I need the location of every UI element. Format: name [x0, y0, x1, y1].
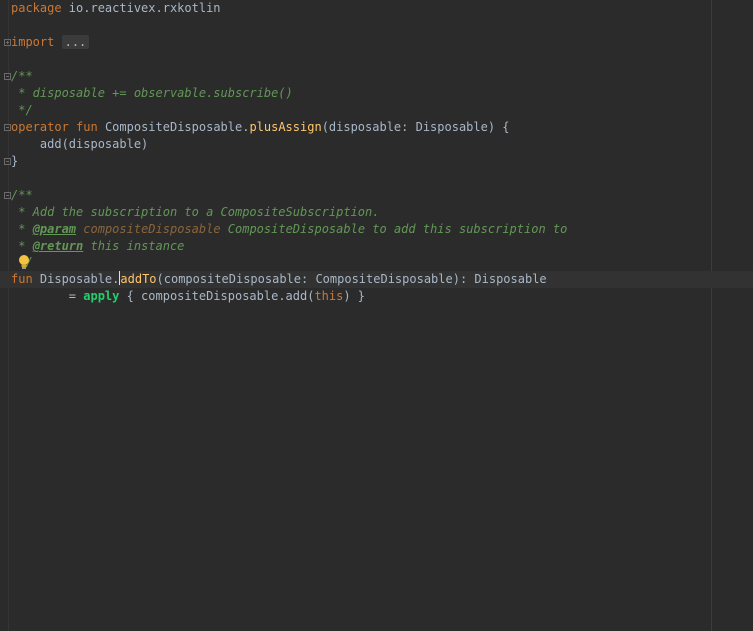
code-line-apply[interactable]: = apply { compositeDisposable.add(this) …: [11, 288, 365, 305]
fold-icon[interactable]: [4, 158, 11, 165]
fold-icon[interactable]: [4, 39, 11, 46]
code-line-comment[interactable]: * disposable += observable.subscribe(): [11, 85, 293, 102]
code-line-comment[interactable]: * Add the subscription to a CompositeSub…: [11, 204, 379, 221]
comment-text: this instance: [83, 239, 185, 253]
code-line-import[interactable]: import ...: [11, 34, 90, 51]
code-line-comment[interactable]: * @param compositeDisposable CompositeDi…: [11, 221, 567, 238]
comment-text: *: [11, 222, 33, 236]
keyword: fun: [11, 272, 33, 286]
brace: }: [11, 154, 19, 168]
gutter-divider: [8, 0, 9, 631]
comment-text: /**: [11, 188, 33, 202]
doc-param-name: compositeDisposable: [83, 222, 221, 236]
keyword: operator: [11, 120, 69, 134]
comment-text: * Add the subscription to a CompositeSub…: [11, 205, 380, 219]
code-line-body[interactable]: add(disposable): [11, 136, 148, 153]
comment-text: * disposable += observable.subscribe(): [11, 86, 293, 100]
code-line-comment[interactable]: */: [11, 102, 33, 119]
keyword: import: [11, 35, 55, 49]
code-line-comment[interactable]: /**: [11, 187, 33, 204]
right-margin-guide: [711, 0, 712, 631]
signature: (compositeDisposable: CompositeDisposabl…: [156, 272, 547, 286]
function-name: plusAssign: [249, 120, 322, 134]
comment-text: CompositeDisposable to add this subscrip…: [220, 222, 568, 236]
apply-call: apply: [83, 289, 120, 303]
code-line-operator-fun[interactable]: operator fun CompositeDisposable.plusAss…: [11, 119, 510, 136]
lambda-body: { compositeDisposable.add(: [119, 289, 315, 303]
code-line-comment[interactable]: /**: [11, 68, 33, 85]
code-line-package[interactable]: package io.reactivex.rxkotlin: [11, 0, 221, 17]
code-editor[interactable]: package io.reactivex.rxkotlin import ...…: [0, 0, 753, 631]
lightbulb-icon[interactable]: [17, 254, 31, 270]
expression-prefix: =: [11, 289, 84, 303]
fold-icon[interactable]: [4, 73, 11, 80]
params: (disposable: Disposable) {: [321, 120, 510, 134]
receiver-type: Disposable.: [32, 272, 120, 286]
package-name: io.reactivex.rxkotlin: [61, 1, 221, 15]
code-line-fun-addto[interactable]: fun Disposable.addTo(compositeDisposable…: [11, 271, 547, 288]
comment-text: */: [11, 103, 33, 117]
keyword: package: [11, 1, 62, 15]
code-line-comment[interactable]: * @return this instance: [11, 238, 184, 255]
import-fold-button[interactable]: ...: [61, 35, 90, 49]
keyword: fun: [76, 120, 98, 134]
statement: add(disposable): [11, 137, 149, 151]
fold-icon[interactable]: [4, 192, 11, 199]
doc-tag: @return: [32, 239, 84, 253]
code-line-close[interactable]: }: [11, 153, 18, 170]
keyword: this: [314, 289, 344, 303]
comment-text: *: [11, 239, 33, 253]
fold-icon[interactable]: [4, 124, 11, 131]
lambda-close: ) }: [343, 289, 366, 303]
doc-tag: @param: [32, 222, 77, 236]
function-name: addTo: [120, 272, 157, 286]
comment-text: /**: [11, 69, 33, 83]
receiver-type: CompositeDisposable.: [97, 120, 250, 134]
